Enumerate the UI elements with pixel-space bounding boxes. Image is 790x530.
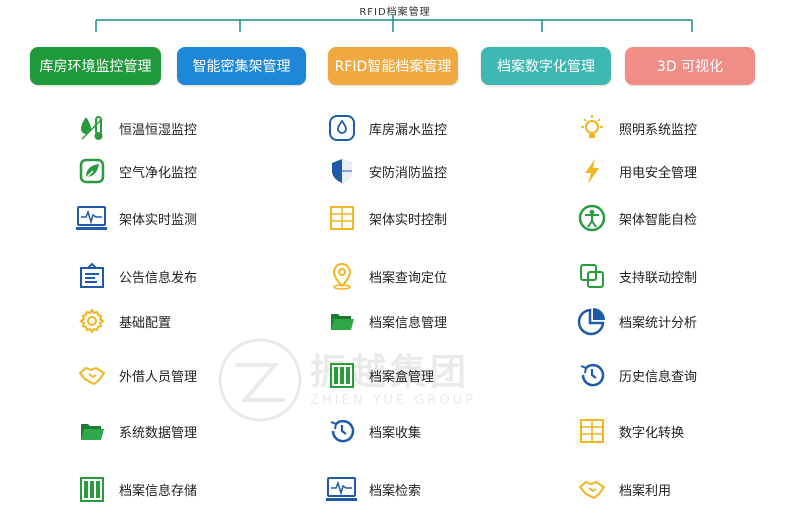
item-shelf-control[interactable]: 架体实时控制 [325,202,447,234]
item-archive-storage[interactable]: 档案信息存储 [75,473,197,505]
item-label: 历史信息查询 [619,369,698,385]
item-label: 空气净化监控 [119,165,198,181]
item-label: 架体智能自检 [619,212,698,228]
item-label: 照明系统监控 [619,122,698,138]
item-label: 公告信息发布 [119,270,198,286]
item-archive-info[interactable]: 档案信息管理 [325,305,447,337]
category-3d-visualization[interactable]: 3D 可视化 [625,47,755,85]
item-label: 恒温恒湿监控 [119,122,198,138]
pie-chart-icon [575,305,609,337]
item-label: 档案统计分析 [619,315,698,331]
item-shelf-monitoring[interactable]: 架体实时监测 [75,202,197,234]
category-digitization[interactable]: 档案数字化管理 [481,47,611,85]
item-label: 架体实时控制 [369,212,448,228]
item-constant-temp-humidity[interactable]: 恒温恒湿监控 [75,112,197,144]
item-label: 档案信息管理 [369,315,448,331]
folder-icon [75,415,109,447]
item-label: 档案查询定位 [369,270,448,286]
monitor-pulse-icon [75,202,109,234]
monitor-pulse-icon [325,473,359,505]
binders-icon [325,359,359,391]
item-basic-config[interactable]: 基础配置 [75,305,171,337]
handshake-icon [575,473,609,505]
item-shelf-self-check[interactable]: 架体智能自检 [575,202,697,234]
category-rfid[interactable]: RFID智能档案管理 [328,47,458,85]
item-box-management[interactable]: 档案盒管理 [325,359,434,391]
item-label: 库房漏水监控 [369,122,448,138]
item-power-safety[interactable]: 用电安全管理 [575,155,697,187]
temperature-humidity-icon [75,112,109,144]
item-label: 用电安全管理 [619,165,698,181]
gear-icon [75,305,109,337]
item-collection[interactable]: 档案收集 [325,415,421,447]
item-notice-publish[interactable]: 公告信息发布 [75,260,197,292]
watermark-logo-icon [218,338,302,422]
item-lighting-monitor[interactable]: 照明系统监控 [575,112,697,144]
handshake-icon [75,359,109,391]
item-label: 架体实时监测 [119,212,198,228]
water-drop-icon [325,112,359,144]
item-security-fire[interactable]: 安防消防监控 [325,155,447,187]
folder-icon [325,305,359,337]
item-label: 安防消防监控 [369,165,448,181]
binders-icon [75,473,109,505]
item-leak-monitor[interactable]: 库房漏水监控 [325,112,447,144]
location-pin-icon [325,260,359,292]
item-label: 档案收集 [369,425,422,441]
notice-board-icon [75,260,109,292]
history-clock-icon [575,359,609,391]
item-query-locate[interactable]: 档案查询定位 [325,260,447,292]
item-label: 档案盒管理 [369,369,435,385]
item-label: 支持联动控制 [619,270,698,286]
shield-icon [325,155,359,187]
item-label: 数字化转换 [619,425,685,441]
history-clock-icon [325,415,359,447]
item-label: 档案信息存储 [119,483,198,499]
item-label: 档案利用 [619,483,672,499]
light-bulb-icon [575,112,609,144]
lightning-icon [575,155,609,187]
item-statistics[interactable]: 档案统计分析 [575,305,697,337]
watermark-sub: ZHIEN YUE GROUP [310,393,477,408]
item-borrower-management[interactable]: 外借人员管理 [75,359,197,391]
category-environment[interactable]: 库房环境监控管理 [30,47,161,85]
shelf-grid-icon [575,415,609,447]
item-label: 外借人员管理 [119,369,198,385]
category-dense-shelf[interactable]: 智能密集架管理 [177,47,306,85]
shelf-grid-icon [325,202,359,234]
item-label: 基础配置 [119,315,172,331]
person-circle-icon [575,202,609,234]
tree-connector [95,14,693,32]
item-label: 档案检索 [369,483,422,499]
linked-squares-icon [575,260,609,292]
item-linked-control[interactable]: 支持联动控制 [575,260,697,292]
item-label: 系统数据管理 [119,425,198,441]
leaf-icon [75,155,109,187]
item-history-query[interactable]: 历史信息查询 [575,359,697,391]
item-retrieval[interactable]: 档案检索 [325,473,421,505]
item-archive-use[interactable]: 档案利用 [575,473,671,505]
item-digitize-convert[interactable]: 数字化转换 [575,415,684,447]
item-air-purify[interactable]: 空气净化监控 [75,155,197,187]
item-system-data[interactable]: 系统数据管理 [75,415,197,447]
